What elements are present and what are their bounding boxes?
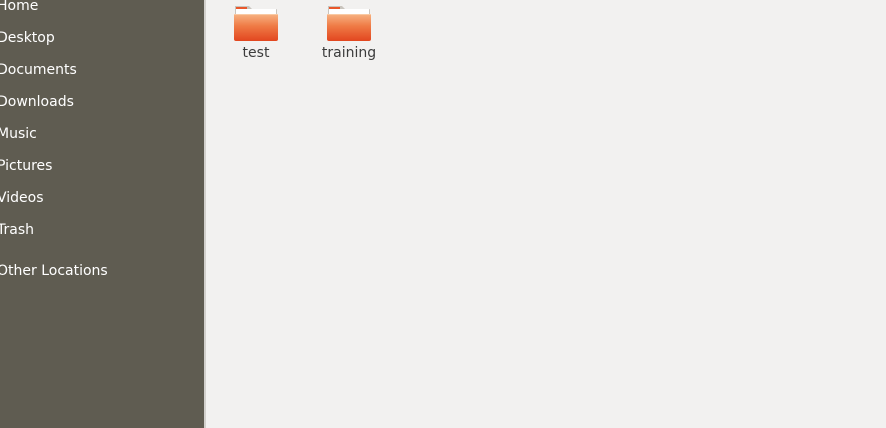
- sidebar-item-desktop[interactable]: Desktop: [0, 24, 203, 52]
- file-manager-window: Home Desktop Documents Downloads Music P…: [0, 0, 886, 428]
- sidebar: Home Desktop Documents Downloads Music P…: [0, 0, 204, 428]
- sidebar-item-label: Music: [0, 126, 37, 142]
- sidebar-item-home[interactable]: Home: [0, 0, 203, 20]
- sidebar-item-documents[interactable]: Documents: [0, 56, 203, 84]
- folder-name: test: [242, 45, 270, 61]
- folder-name: training: [321, 45, 377, 61]
- sidebar-item-label: Home: [0, 0, 39, 14]
- sidebar-item-videos[interactable]: Videos: [0, 184, 203, 212]
- folder-item-training[interactable]: training: [306, 0, 392, 70]
- sidebar-item-label: Trash: [0, 222, 34, 238]
- sidebar-item-label: Desktop: [0, 30, 55, 46]
- sidebar-item-label: Downloads: [0, 94, 74, 110]
- folder-item-test[interactable]: test: [213, 0, 299, 70]
- folder-icon: [327, 6, 371, 41]
- sidebar-item-downloads[interactable]: Downloads: [0, 88, 203, 116]
- sidebar-item-music[interactable]: Music: [0, 120, 203, 148]
- sidebar-item-pictures[interactable]: Pictures: [0, 152, 203, 180]
- sidebar-item-other-locations[interactable]: Other Locations: [0, 257, 203, 285]
- sidebar-item-label: Documents: [0, 62, 77, 78]
- sidebar-item-label: Other Locations: [0, 263, 108, 279]
- folder-icon: [234, 6, 278, 41]
- file-view[interactable]: test training: [206, 0, 886, 428]
- sidebar-item-label: Pictures: [0, 158, 53, 174]
- sidebar-item-label: Videos: [0, 190, 44, 206]
- sidebar-item-trash[interactable]: Trash: [0, 216, 203, 244]
